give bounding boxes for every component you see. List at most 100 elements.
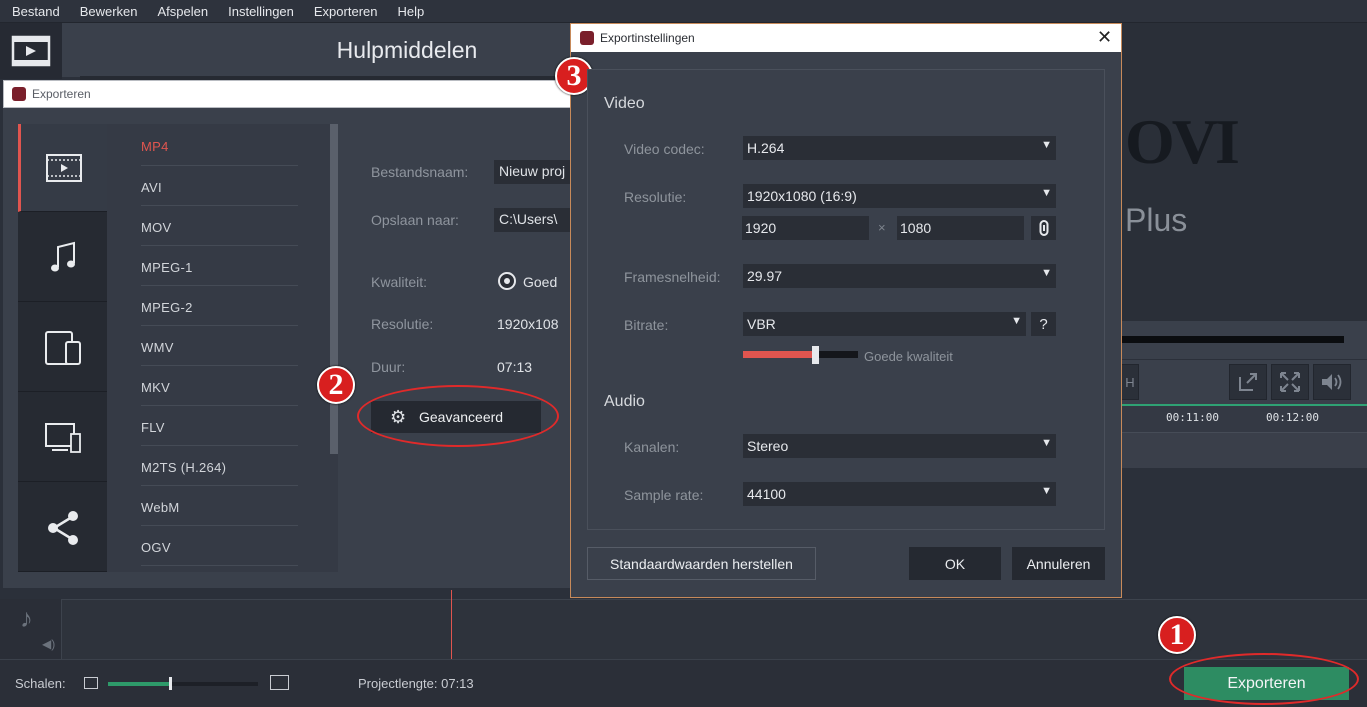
filename-input[interactable]: Nieuw proj [494,160,574,184]
chevron-down-icon: ▼ [1041,139,1052,151]
codec-select[interactable]: H.264 ▼ [743,136,1056,160]
close-icon[interactable]: ✕ [1097,27,1112,48]
menu-instellingen[interactable]: Instellingen [228,4,294,19]
format-mov[interactable]: MOV [141,206,298,246]
filename-label: Bestandsnaam: [371,164,469,180]
split-icon: H [1125,374,1135,390]
quality-value[interactable]: Goed [523,274,557,290]
bitrate-select[interactable]: VBR ▼ [743,312,1026,336]
chain-link-icon [1039,220,1048,236]
devices-icon [44,330,81,365]
resolution-value: 1920x108 [497,316,559,332]
reset-defaults-button[interactable]: Standaardwaarden herstellen [587,547,816,580]
menu-afspelen[interactable]: Afspelen [158,4,209,19]
scale-label: Schalen: [15,676,66,691]
category-audio[interactable] [18,214,107,302]
codec-value: H.264 [747,140,785,156]
menu-help[interactable]: Help [397,4,424,19]
dialog-title: Exportinstellingen [600,31,695,45]
export-window-title: Exporteren [32,87,91,101]
bitrate-label: Bitrate: [624,317,669,333]
duration-value: 07:13 [497,359,533,375]
framerate-value: 29.97 [747,268,783,284]
format-mpeg2[interactable]: MPEG-2 [141,286,298,326]
timeline-track[interactable] [1121,432,1367,468]
app-icon [580,31,594,45]
menu-bar: Bestand Bewerken Afspelen Instellingen E… [0,0,1367,23]
dialog-titlebar: Exportinstellingen [571,24,1121,52]
playhead[interactable] [451,590,452,659]
format-flv[interactable]: FLV [141,406,298,446]
format-mp4[interactable]: MP4 [141,126,298,166]
scale-slider-fill [108,682,171,686]
codec-label: Video codec: [624,141,705,157]
media-rail-button[interactable] [0,23,62,79]
audio-heading: Audio [604,393,645,410]
timeline-ruler[interactable]: 00:11:00 00:12:00 [1121,404,1367,432]
format-avi[interactable]: AVI [141,166,298,206]
speaker-icon[interactable]: ◀) [42,637,55,651]
samplerate-select[interactable]: 44100 ▼ [743,482,1056,506]
framerate-select[interactable]: 29.97 ▼ [743,264,1056,288]
menu-bewerken[interactable]: Bewerken [80,4,138,19]
time-tick: 00:12:00 [1266,411,1319,424]
category-share[interactable] [18,484,107,572]
format-webm[interactable]: WebM [141,486,298,526]
save-to-input[interactable]: C:\Users\ [494,208,574,232]
menu-exporteren[interactable]: Exporteren [314,4,378,19]
quality-text: Goede kwaliteit [864,349,953,364]
volume-icon [1322,374,1342,390]
playback-progress[interactable] [1121,336,1344,343]
split-button[interactable]: H [1121,364,1139,400]
chevron-down-icon: ▼ [1041,267,1052,279]
audio-track-header: ♪ ◀) [0,599,62,659]
samplerate-value: 44100 [747,486,786,502]
format-mkv[interactable]: MKV [141,366,298,406]
help-button[interactable]: ? [1031,312,1056,336]
annotation-circle [1169,653,1359,705]
scale-slider-handle[interactable] [169,677,172,690]
resolution-label: Resolutie: [624,189,687,205]
music-note-icon: ♪ [20,603,33,633]
popout-icon [1239,373,1257,391]
quality-slider-handle[interactable] [812,346,819,364]
resolution-value: 1920x1080 (16:9) [747,188,857,204]
format-mpeg1[interactable]: MPEG-1 [141,246,298,286]
aspect-lock-button[interactable] [1031,216,1056,240]
export-window-titlebar: Exporteren [3,80,573,108]
category-tv[interactable] [18,394,107,482]
film-icon [11,35,51,67]
chevron-down-icon: ▼ [1041,485,1052,497]
zoom-out-icon[interactable] [84,677,98,689]
category-devices[interactable] [18,304,107,392]
zoom-in-icon[interactable] [270,675,289,690]
ok-button[interactable]: OK [909,547,1001,580]
resolution-label: Resolutie: [371,316,434,332]
format-m2ts[interactable]: M2TS (H.264) [141,446,298,486]
preview-plus-text: Plus [1125,202,1188,238]
width-input[interactable]: 1920 [742,216,869,240]
chevron-down-icon: ▼ [1011,315,1022,327]
film-icon [46,153,82,182]
cancel-button[interactable]: Annuleren [1012,547,1105,580]
format-list-scrollbar[interactable] [330,124,338,454]
format-ogv[interactable]: OGV [141,526,298,566]
popout-button[interactable] [1229,364,1267,400]
music-icon [50,241,75,271]
volume-button[interactable] [1313,364,1351,400]
app-icon [12,87,26,101]
fullscreen-button[interactable] [1271,364,1309,400]
bitrate-value: VBR [747,316,776,332]
resolution-select[interactable]: 1920x1080 (16:9) ▼ [743,184,1056,208]
quality-radio-dot [504,278,510,284]
times-sign: × [878,220,886,235]
project-length: Projectlengte: 07:13 [358,676,474,691]
format-wmv[interactable]: WMV [141,326,298,366]
quality-label: Kwaliteit: [371,274,428,290]
menu-bestand[interactable]: Bestand [12,4,60,19]
preview-logo: OVI [1125,106,1240,177]
height-input[interactable]: 1080 [897,216,1024,240]
category-video[interactable] [18,124,107,212]
annotation-circle [357,385,559,447]
channels-select[interactable]: Stereo ▼ [743,434,1056,458]
